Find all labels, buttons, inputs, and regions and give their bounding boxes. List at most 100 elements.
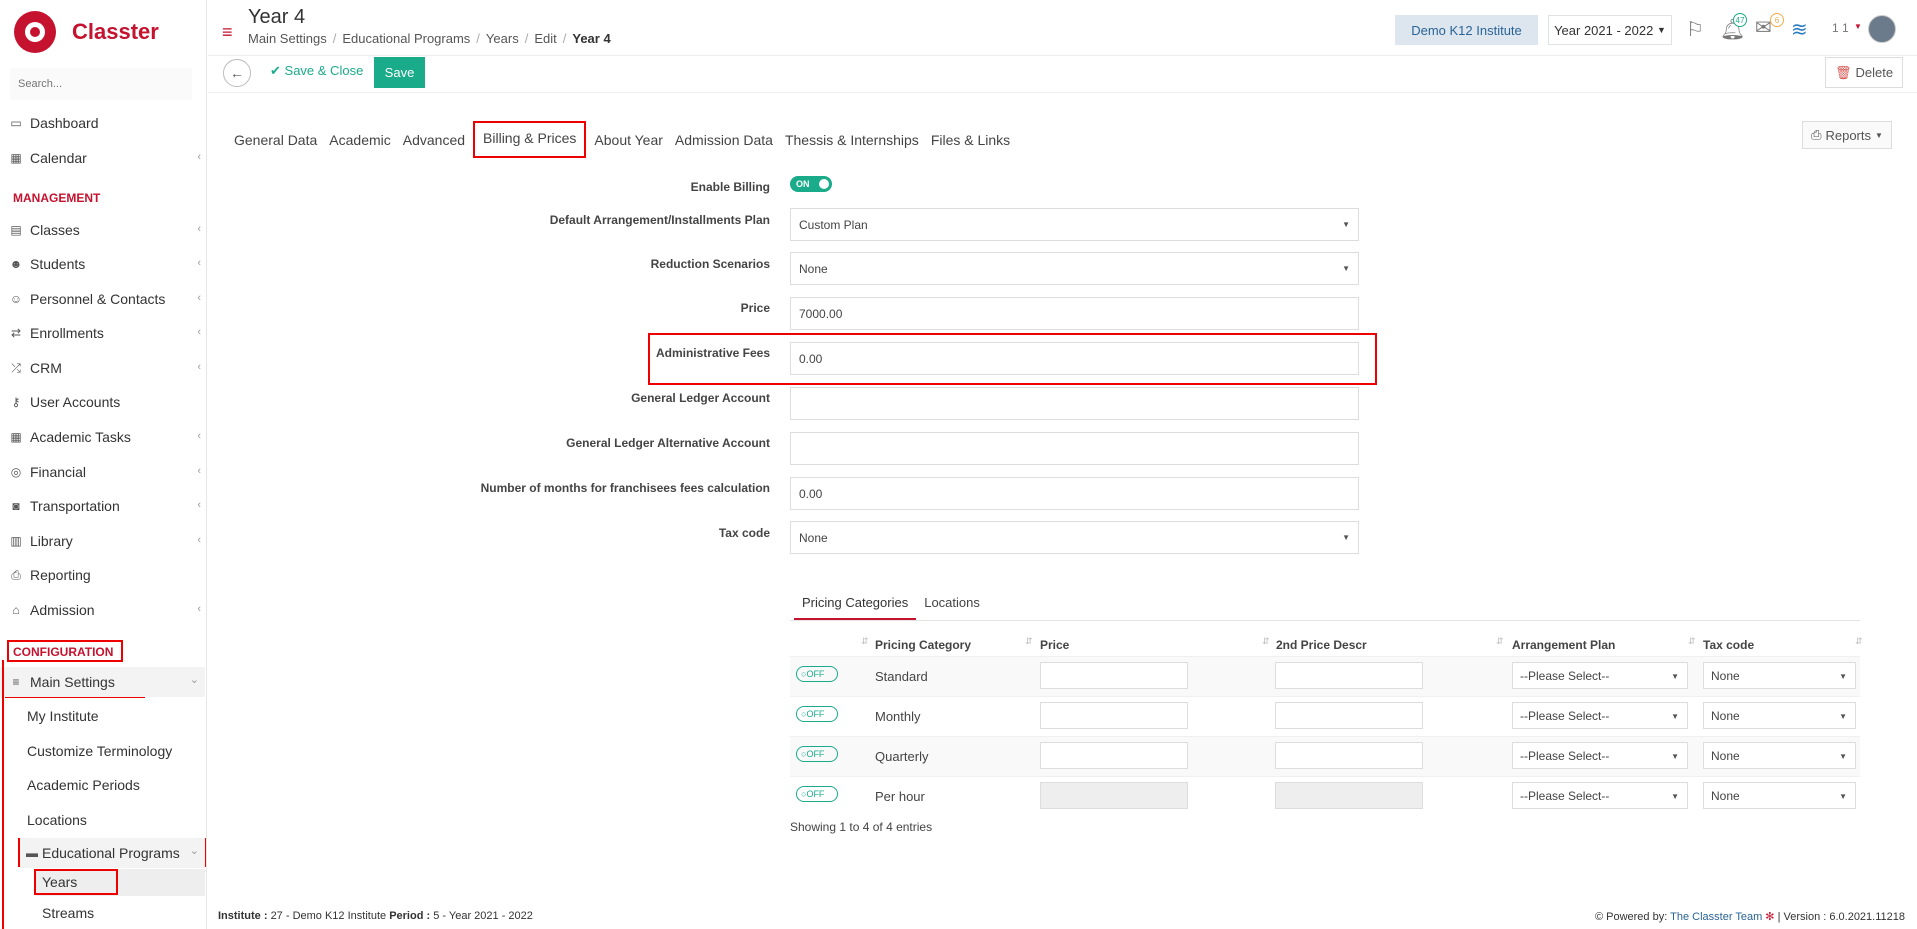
toolbar: ← ✔ Save & Close Save 🗑︎ Delete bbox=[208, 57, 1917, 93]
tab-billing-prices[interactable]: Billing & Prices bbox=[473, 121, 587, 158]
sort-icon[interactable]: ⇵ bbox=[1855, 636, 1863, 647]
footer-team-link[interactable]: The Classter Team bbox=[1670, 911, 1762, 923]
sidebar-subitem-locations[interactable]: Locations bbox=[27, 812, 87, 828]
row-tax-code-select[interactable]: None bbox=[1703, 702, 1856, 729]
enable-billing-toggle[interactable]: ON bbox=[790, 176, 832, 192]
tab-files-links[interactable]: Files & Links bbox=[925, 125, 1016, 155]
sidebar-item-crm[interactable]: ⤮ CRM ‹ bbox=[0, 353, 207, 383]
sidebar-item-transportation[interactable]: ◙ Transportation ‹ bbox=[0, 491, 207, 521]
calendar-icon: ▦ bbox=[10, 151, 22, 165]
save-button[interactable]: Save bbox=[374, 57, 425, 88]
year-select-value: Year 2021 - 2022 bbox=[1554, 22, 1654, 38]
chevron-left-icon: ‹ bbox=[197, 534, 201, 546]
avatar[interactable] bbox=[1868, 15, 1896, 43]
row-tax-code-select[interactable]: None bbox=[1703, 662, 1856, 689]
back-button[interactable]: ← bbox=[223, 59, 251, 87]
sidebar-item-academic-tasks[interactable]: ▦ Academic Tasks ‹ bbox=[0, 422, 207, 452]
sidebar-item-reporting[interactable]: ⎙ Reporting bbox=[0, 560, 207, 590]
default-plan-select[interactable]: Custom Plan bbox=[790, 208, 1359, 241]
tab-thesis-internships[interactable]: Thessis & Internships bbox=[779, 125, 925, 155]
sidebar-item-library[interactable]: ▥ Library ‹ bbox=[0, 526, 207, 556]
flag-icon[interactable]: ⚐ bbox=[1686, 17, 1704, 42]
row-toggle[interactable]: ○OFF bbox=[796, 706, 838, 722]
sort-icon[interactable]: ⇵ bbox=[1025, 636, 1033, 647]
tab-locations[interactable]: Locations bbox=[916, 590, 988, 620]
crm-icon: ⤮ bbox=[11, 360, 21, 375]
user-label[interactable]: 1 1 bbox=[1832, 21, 1849, 35]
admin-fees-input[interactable]: 0.00 bbox=[790, 342, 1359, 375]
classter-logo[interactable]: Classter bbox=[14, 8, 214, 56]
sidebar-item-admission[interactable]: ⌂ Admission ‹ bbox=[0, 595, 207, 625]
column-header-arrangement-plan[interactable]: Arrangement Plan bbox=[1512, 638, 1615, 652]
sidebar-item-dashboard[interactable]: ▭ Dashboard bbox=[0, 108, 207, 138]
row-price-input[interactable] bbox=[1040, 742, 1188, 769]
column-header-tax-code[interactable]: Tax code bbox=[1703, 638, 1754, 652]
save-close-button[interactable]: ✔ Save & Close bbox=[270, 63, 363, 79]
months-franchisees-input[interactable]: 0.00 bbox=[790, 477, 1359, 510]
year-select[interactable]: Year 2021 - 2022 ▼ bbox=[1548, 15, 1672, 45]
sort-icon[interactable]: ⇵ bbox=[1496, 636, 1504, 647]
sidebar-item-classes[interactable]: ▤ Classes ‹ bbox=[0, 215, 207, 245]
tab-advanced[interactable]: Advanced bbox=[397, 125, 471, 155]
row-tax-code-select[interactable]: None bbox=[1703, 782, 1856, 809]
gl-account-label: General Ledger Account bbox=[631, 391, 770, 405]
sidebar-subitem-years[interactable]: Years bbox=[42, 874, 77, 890]
tab-admission-data[interactable]: Admission Data bbox=[669, 125, 779, 155]
breadcrumb-years[interactable]: Years bbox=[486, 31, 519, 46]
programs-icon: ▬ bbox=[26, 846, 38, 860]
sort-icon[interactable]: ⇵ bbox=[861, 636, 869, 647]
laptop-icon: ▭ bbox=[10, 116, 22, 130]
sidebar-subitem-academic-periods[interactable]: Academic Periods bbox=[27, 777, 140, 793]
sort-icon[interactable]: ⇵ bbox=[1262, 636, 1270, 647]
row-2nd-price-descr-input[interactable] bbox=[1275, 662, 1423, 689]
chevron-left-icon: ‹ bbox=[197, 430, 201, 442]
layers-icon[interactable]: ≋ bbox=[1791, 17, 1808, 42]
menu-toggle-icon[interactable]: ≡ bbox=[222, 22, 233, 43]
row-tax-code-select[interactable]: None bbox=[1703, 742, 1856, 769]
row-toggle[interactable]: ○OFF bbox=[796, 666, 838, 682]
tab-academic[interactable]: Academic bbox=[323, 125, 396, 155]
gl-account-input[interactable] bbox=[790, 387, 1359, 420]
sidebar-item-educational-programs[interactable]: ▬ Educational Programs ⌄ bbox=[20, 838, 205, 868]
sidebar-item-students[interactable]: ☻ Students ‹ bbox=[0, 249, 207, 279]
row-arrangement-plan-select[interactable]: --Please Select-- bbox=[1512, 742, 1688, 769]
sidebar-search-input[interactable] bbox=[10, 68, 192, 100]
sidebar-item-financial[interactable]: ◎ Financial ‹ bbox=[0, 457, 207, 487]
breadcrumb-educational-programs[interactable]: Educational Programs bbox=[342, 31, 470, 46]
sort-icon[interactable]: ⇵ bbox=[1688, 636, 1696, 647]
column-header-pricing-category[interactable]: Pricing Category bbox=[875, 638, 971, 652]
delete-button[interactable]: 🗑︎ Delete bbox=[1825, 57, 1903, 88]
row-price-input[interactable] bbox=[1040, 662, 1188, 689]
sidebar-subitem-customize-terminology[interactable]: Customize Terminology bbox=[27, 743, 172, 759]
sidebar-item-label: Admission bbox=[30, 602, 95, 618]
breadcrumb-edit[interactable]: Edit bbox=[534, 31, 556, 46]
sidebar-subitem-streams[interactable]: Streams bbox=[42, 905, 94, 921]
row-arrangement-plan-select[interactable]: --Please Select-- bbox=[1512, 662, 1688, 689]
gl-alt-account-input[interactable] bbox=[790, 432, 1359, 465]
row-toggle[interactable]: ○OFF bbox=[796, 746, 838, 762]
column-header-price[interactable]: Price bbox=[1040, 638, 1069, 652]
tax-code-select[interactable]: None bbox=[790, 521, 1359, 554]
column-header-2nd-price-descr[interactable]: 2nd Price Descr bbox=[1276, 638, 1367, 652]
reduction-select[interactable]: None bbox=[790, 252, 1359, 285]
sidebar-item-user-accounts[interactable]: ⚷ User Accounts bbox=[0, 387, 207, 417]
row-price-input[interactable] bbox=[1040, 702, 1188, 729]
sidebar-item-calendar[interactable]: ▦ Calendar ‹ bbox=[0, 143, 207, 173]
breadcrumb-main-settings[interactable]: Main Settings bbox=[248, 31, 327, 46]
institute-button[interactable]: Demo K12 Institute bbox=[1395, 15, 1538, 45]
tab-general-data[interactable]: General Data bbox=[228, 125, 323, 155]
tab-pricing-categories[interactable]: Pricing Categories bbox=[794, 590, 917, 620]
sidebar-item-main-settings[interactable]: ≡ Main Settings ⌄ bbox=[0, 667, 205, 697]
tab-about-year[interactable]: About Year bbox=[588, 125, 669, 155]
row-arrangement-plan-select[interactable]: --Please Select-- bbox=[1512, 702, 1688, 729]
price-input[interactable]: 7000.00 bbox=[790, 297, 1359, 330]
row-toggle[interactable]: ○OFF bbox=[796, 786, 838, 802]
sidebar-item-personnel[interactable]: ☺ Personnel & Contacts ‹ bbox=[0, 284, 207, 314]
reports-button[interactable]: ⎙ Reports ▼ bbox=[1802, 121, 1892, 149]
row-toggle-label: OFF bbox=[806, 669, 825, 679]
sidebar-item-enrollments[interactable]: ⇄ Enrollments ‹ bbox=[0, 318, 207, 348]
sidebar-subitem-my-institute[interactable]: My Institute bbox=[27, 708, 99, 724]
row-arrangement-plan-select[interactable]: --Please Select-- bbox=[1512, 782, 1688, 809]
row-2nd-price-descr-input[interactable] bbox=[1275, 702, 1423, 729]
row-2nd-price-descr-input[interactable] bbox=[1275, 742, 1423, 769]
